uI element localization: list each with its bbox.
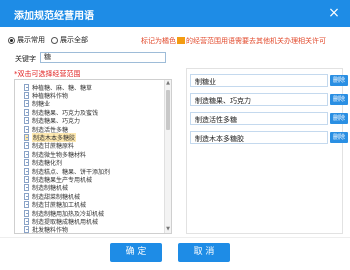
close-icon[interactable]: × [324,3,344,23]
radio-show-all-label: 展示全部 [60,36,88,44]
radio-show-all[interactable]: 展示全部 [51,35,88,45]
dialog-titlebar: 添加规范经营用语 × [0,0,350,27]
business-term-list[interactable]: ▲ ▼ 种植糖、麻、糖、糖草 种植糖料作物 制糖业 制造糖果、巧克力及蜜饯 制造糖果、巧… [14,79,172,234]
selected-term-label: 制糖业 [195,78,216,86]
list-item[interactable]: 种植糖、麻、糖、糖草 [15,83,92,92]
radio-unselected-icon [51,36,58,44]
license-note: 标记为橘色 的经营范围用语需要去其他机关办理相关许可 [141,36,326,46]
radio-show-common[interactable]: 展示常用 [8,35,45,45]
document-icon [24,217,29,225]
keyword-input[interactable]: 糖 [40,52,166,63]
list-item[interactable]: 制造制糖用加热及冷却机械 [15,209,104,218]
list-item[interactable]: 制造活性多糖 [15,125,68,134]
list-scrollbar[interactable]: ▲ ▼ [164,80,171,233]
list-item[interactable]: 制造糖果生产专用机械 [15,175,92,184]
list-item[interactable]: 种植糖料作物 [15,91,68,100]
document-icon [24,201,29,209]
list-item[interactable]: 制造木本多糖胶 [15,132,77,142]
delete-button[interactable]: 删除 [330,94,348,105]
selected-term-item: 制造糖果、巧克力 [190,93,328,106]
keyword-label: 关键字 [15,55,36,63]
list-item[interactable]: 制造糖果、巧克力及蜜饯 [15,108,98,117]
selected-term-item: 制糖业 [190,74,328,87]
selected-term-item: 制造活性多糖 [190,112,328,125]
delete-button[interactable]: 删除 [330,113,348,124]
document-icon [24,133,29,141]
document-icon [24,142,29,150]
document-icon [24,209,29,217]
selected-terms-panel: 制糖业 删除 制造糖果、巧克力 删除 制造活性多糖 删除 制造木本多糖胶 删除 [186,68,348,234]
document-icon [24,159,29,167]
document-icon [24,184,29,192]
list-item[interactable]: 制造提取糖成糖机用机械 [15,217,98,226]
selected-term-label: 制造木本多糖胶 [195,135,244,143]
selected-term-label: 制造活性多糖 [195,116,237,124]
document-icon [24,125,29,133]
document-icon [24,100,29,108]
scroll-thumb[interactable] [166,90,170,130]
document-icon [24,167,29,175]
list-item[interactable]: 制造糖化剂 [15,159,62,167]
list-item[interactable]: 制造糕点、糖果、饼干添加剂 [15,167,110,176]
document-icon [24,83,29,91]
orange-swatch-icon [177,37,185,44]
add-business-term-dialog: 添加规范经营用语 × 展示常用 展示全部 标记为橘色 的经营范围用语需要去其他机关… [0,0,350,270]
dialog-title: 添加规范经营用语 [14,11,94,22]
selected-term-item: 制造木本多糖胶 [190,131,328,144]
list-item[interactable]: 制造甜菜制糖机械 [15,192,80,201]
document-icon [24,108,29,116]
list-item[interactable]: 制造糖果、巧克力 [15,117,80,125]
list-item[interactable]: 制造甘蔗糖原料 [15,142,74,150]
license-note-suffix: 的经营范围用语需要去其他机关办理相关许可 [186,37,326,45]
list-item[interactable]: 制造甘蔗糖加工机械 [15,201,86,209]
license-note-prefix: 标记为橘色 [141,37,176,45]
cancel-button[interactable]: 取 消 [178,243,230,262]
list-item[interactable]: 制造制糖机械 [15,184,68,192]
radio-show-common-label: 展示常用 [17,36,45,44]
delete-button[interactable]: 删除 [330,75,348,86]
list-item[interactable]: 制造微生物多糖材料 [15,150,86,159]
document-icon [24,117,29,125]
list-item-label: 批发糖料作物 [32,227,69,234]
footer-divider [0,237,350,238]
document-icon [24,91,29,99]
scroll-up-icon[interactable]: ▲ [165,80,171,87]
document-icon [24,175,29,183]
radio-selected-icon [8,36,15,44]
list-item[interactable]: 制糖业 [15,100,50,108]
document-icon [24,192,29,200]
confirm-button[interactable]: 确 定 [110,243,162,262]
scroll-down-icon[interactable]: ▼ [165,226,171,233]
display-mode-group: 展示常用 展示全部 [8,34,94,46]
selected-term-label: 制造糖果、巧克力 [195,97,251,105]
document-icon [24,226,29,233]
list-item[interactable]: 批发糖料作物 [15,226,69,234]
double-click-hint: *双击可选择经营范围 [14,70,81,78]
document-icon [24,150,29,158]
delete-button[interactable]: 删除 [330,132,348,143]
